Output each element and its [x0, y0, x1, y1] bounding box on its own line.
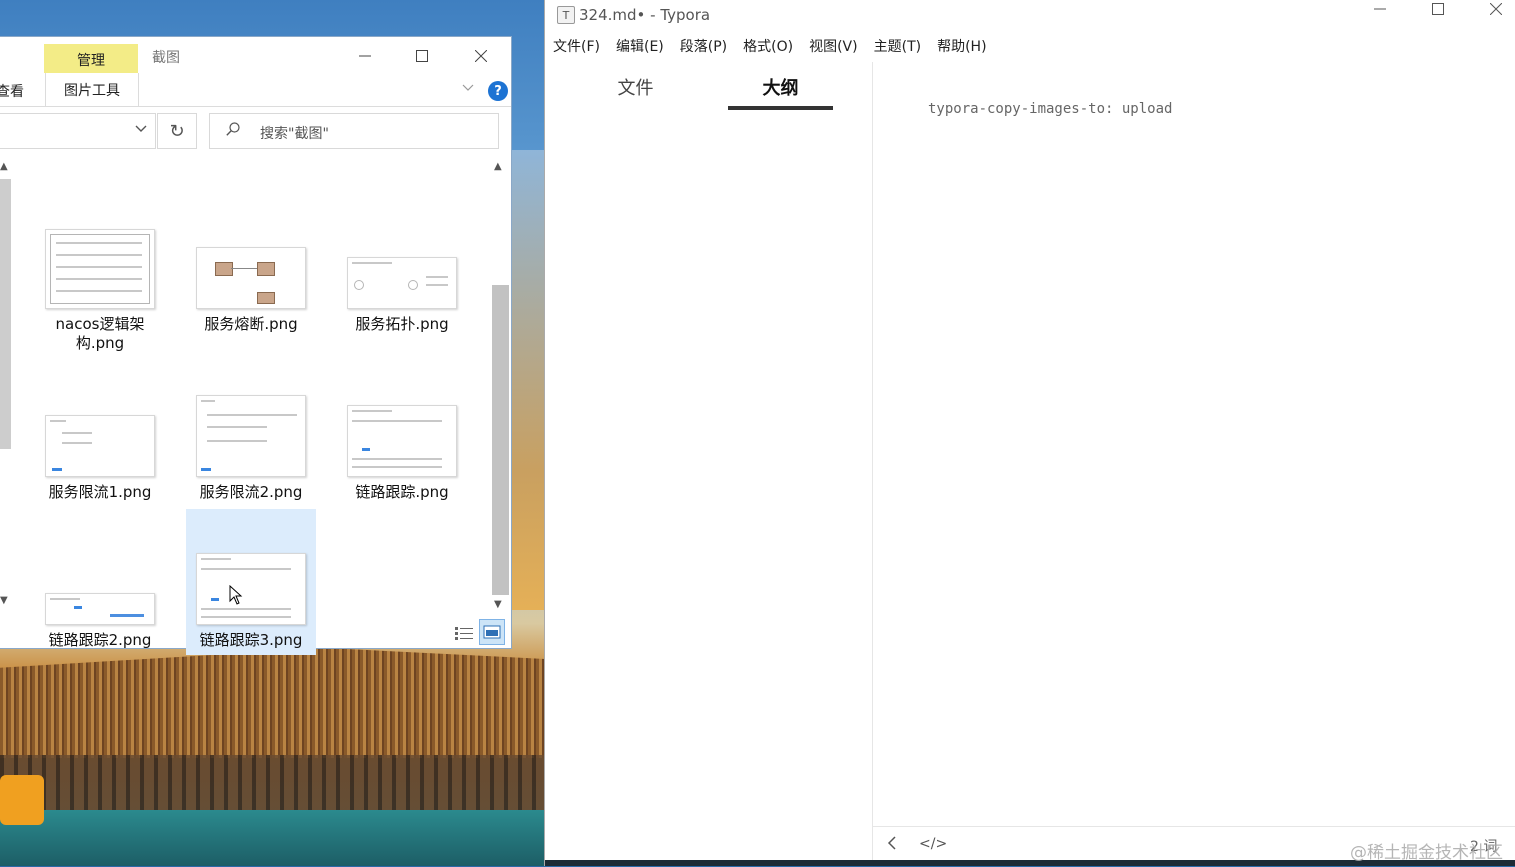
refresh-icon: ↻: [169, 120, 185, 142]
left-scroll-up-icon[interactable]: ▲: [0, 161, 8, 172]
file-thumbnail: [45, 229, 155, 309]
code-icon: </>: [919, 836, 948, 852]
typora-titlebar: T 324.md• - Typora: [545, 0, 1515, 30]
details-view-icon: [455, 627, 473, 640]
menu-bar: 文件(F) 编辑(E) 段落(P) 格式(O) 视图(V) 主题(T) 帮助(H…: [545, 36, 995, 60]
minimize-button[interactable]: [345, 41, 385, 71]
toggle-sidebar-button[interactable]: [887, 835, 897, 854]
file-name: 服务限流1.png: [48, 483, 152, 501]
sidebar: 文件 大纲: [545, 62, 873, 866]
file-thumbnail: [196, 395, 306, 477]
file-thumbnail: [45, 593, 155, 625]
file-item-ratelimit-2[interactable]: 服务限流2.png: [186, 387, 316, 507]
file-list: ▲ ▼ ▲ ▼ nacos逻辑架构.png 服务熔断.png 服务拓扑.png …: [0, 159, 511, 655]
menu-paragraph[interactable]: 段落(P): [672, 36, 735, 60]
help-icon: ?: [494, 83, 502, 99]
tab-outline[interactable]: 大纲: [728, 74, 833, 100]
left-pane-scrollbar[interactable]: [0, 179, 11, 449]
file-thumbnail: [347, 405, 457, 477]
menu-theme[interactable]: 主题(T): [866, 36, 929, 60]
ribbon-tabs: 查看 图片工具 ?: [0, 73, 511, 107]
file-thumbnail: [196, 553, 306, 625]
refresh-button[interactable]: ↻: [157, 113, 197, 149]
tab-picture-tools[interactable]: 图片工具: [45, 73, 139, 106]
minimize-icon: [1374, 8, 1386, 10]
source-mode-button[interactable]: </>: [919, 836, 947, 852]
file-item-tracing-2[interactable]: 链路跟踪2.png: [35, 535, 165, 655]
file-name: 服务限流2.png: [199, 483, 303, 501]
chevron-down-icon: [462, 84, 474, 91]
active-tab-indicator: [728, 106, 833, 110]
tab-manage[interactable]: 管理: [44, 44, 138, 76]
menu-format[interactable]: 格式(O): [735, 36, 801, 60]
typora-window: T 324.md• - Typora 文件(F) 编辑(E) 段落(P) 格式(…: [544, 0, 1515, 866]
menu-edit[interactable]: 编辑(E): [608, 36, 672, 60]
file-name: 服务拓扑.png: [355, 315, 449, 333]
search-placeholder: 搜索"截图": [260, 126, 329, 142]
file-explorer-window: 管理 截图 查看 图片工具 ? ↻ 搜索"截图" ▲ ▼ ▲ ▼ nacos逻辑…: [0, 37, 511, 655]
file-name: nacos逻辑架构.png: [55, 315, 145, 352]
typora-app-icon: T: [557, 6, 575, 24]
address-bar[interactable]: [0, 113, 156, 149]
address-dropdown-button[interactable]: [135, 122, 147, 136]
explorer-titlebar: 管理 截图: [0, 37, 511, 76]
file-name: 链路跟踪.png: [355, 483, 449, 501]
wallpaper-thatched-roof: [0, 648, 545, 758]
maximize-button[interactable]: [1423, 3, 1453, 27]
close-icon: [1489, 2, 1503, 16]
file-name: 链路跟踪3.png: [199, 631, 303, 649]
menu-file[interactable]: 文件(F): [545, 36, 608, 60]
menu-help[interactable]: 帮助(H): [929, 36, 994, 60]
file-item-ratelimit-1[interactable]: 服务限流1.png: [35, 387, 165, 507]
file-name: 链路跟踪2.png: [48, 631, 152, 649]
file-item-tracing[interactable]: 链路跟踪.png: [337, 387, 467, 507]
front-matter-line[interactable]: typora-copy-images-to: upload: [928, 101, 1172, 117]
tab-files[interactable]: 文件: [583, 74, 688, 100]
window-title: 324.md• - Typora: [579, 6, 711, 24]
menu-view[interactable]: 视图(V): [801, 36, 866, 60]
tab-view[interactable]: 查看: [0, 81, 24, 101]
close-icon: [475, 50, 487, 62]
window-title: 截图: [152, 50, 180, 66]
file-item-nacos[interactable]: nacos逻辑架构.png: [35, 219, 165, 369]
ribbon-expand-button[interactable]: [462, 81, 474, 95]
maximize-icon: [1432, 3, 1444, 15]
scroll-down-icon[interactable]: ▼: [494, 599, 502, 610]
search-input[interactable]: 搜索"截图": [209, 113, 499, 149]
chevron-down-icon: [135, 125, 147, 132]
chevron-left-icon: [887, 836, 896, 850]
large-icons-view-icon: [483, 625, 501, 639]
wallpaper-sky: [510, 150, 545, 610]
file-item-topology[interactable]: 服务拓扑.png: [337, 219, 467, 369]
help-button[interactable]: ?: [488, 81, 508, 101]
close-button[interactable]: [1481, 2, 1511, 27]
mouse-cursor-icon: [229, 585, 243, 605]
maximize-button[interactable]: [402, 41, 442, 71]
wallpaper-water: [0, 810, 545, 866]
file-thumbnail: [45, 415, 155, 477]
file-item-tracing-3[interactable]: 链路跟踪3.png: [186, 509, 316, 655]
wallpaper-chair: [0, 775, 44, 825]
file-item-circuit-breaker[interactable]: 服务熔断.png: [186, 219, 316, 369]
minimize-icon: [359, 55, 371, 57]
file-name: 服务熔断.png: [204, 315, 298, 333]
file-thumbnail: [196, 247, 306, 309]
vertical-scrollbar[interactable]: [492, 285, 509, 595]
minimize-button[interactable]: [1365, 3, 1395, 27]
left-scroll-down-icon[interactable]: ▼: [0, 595, 8, 606]
large-icons-view-button[interactable]: [479, 619, 505, 645]
watermark: @稀土掘金技术社区: [1350, 843, 1503, 863]
details-view-button[interactable]: [454, 625, 474, 645]
search-icon: [226, 122, 240, 136]
scroll-up-icon[interactable]: ▲: [494, 161, 502, 172]
file-thumbnail: [347, 257, 457, 309]
maximize-icon: [416, 50, 428, 62]
close-button[interactable]: [461, 41, 501, 71]
